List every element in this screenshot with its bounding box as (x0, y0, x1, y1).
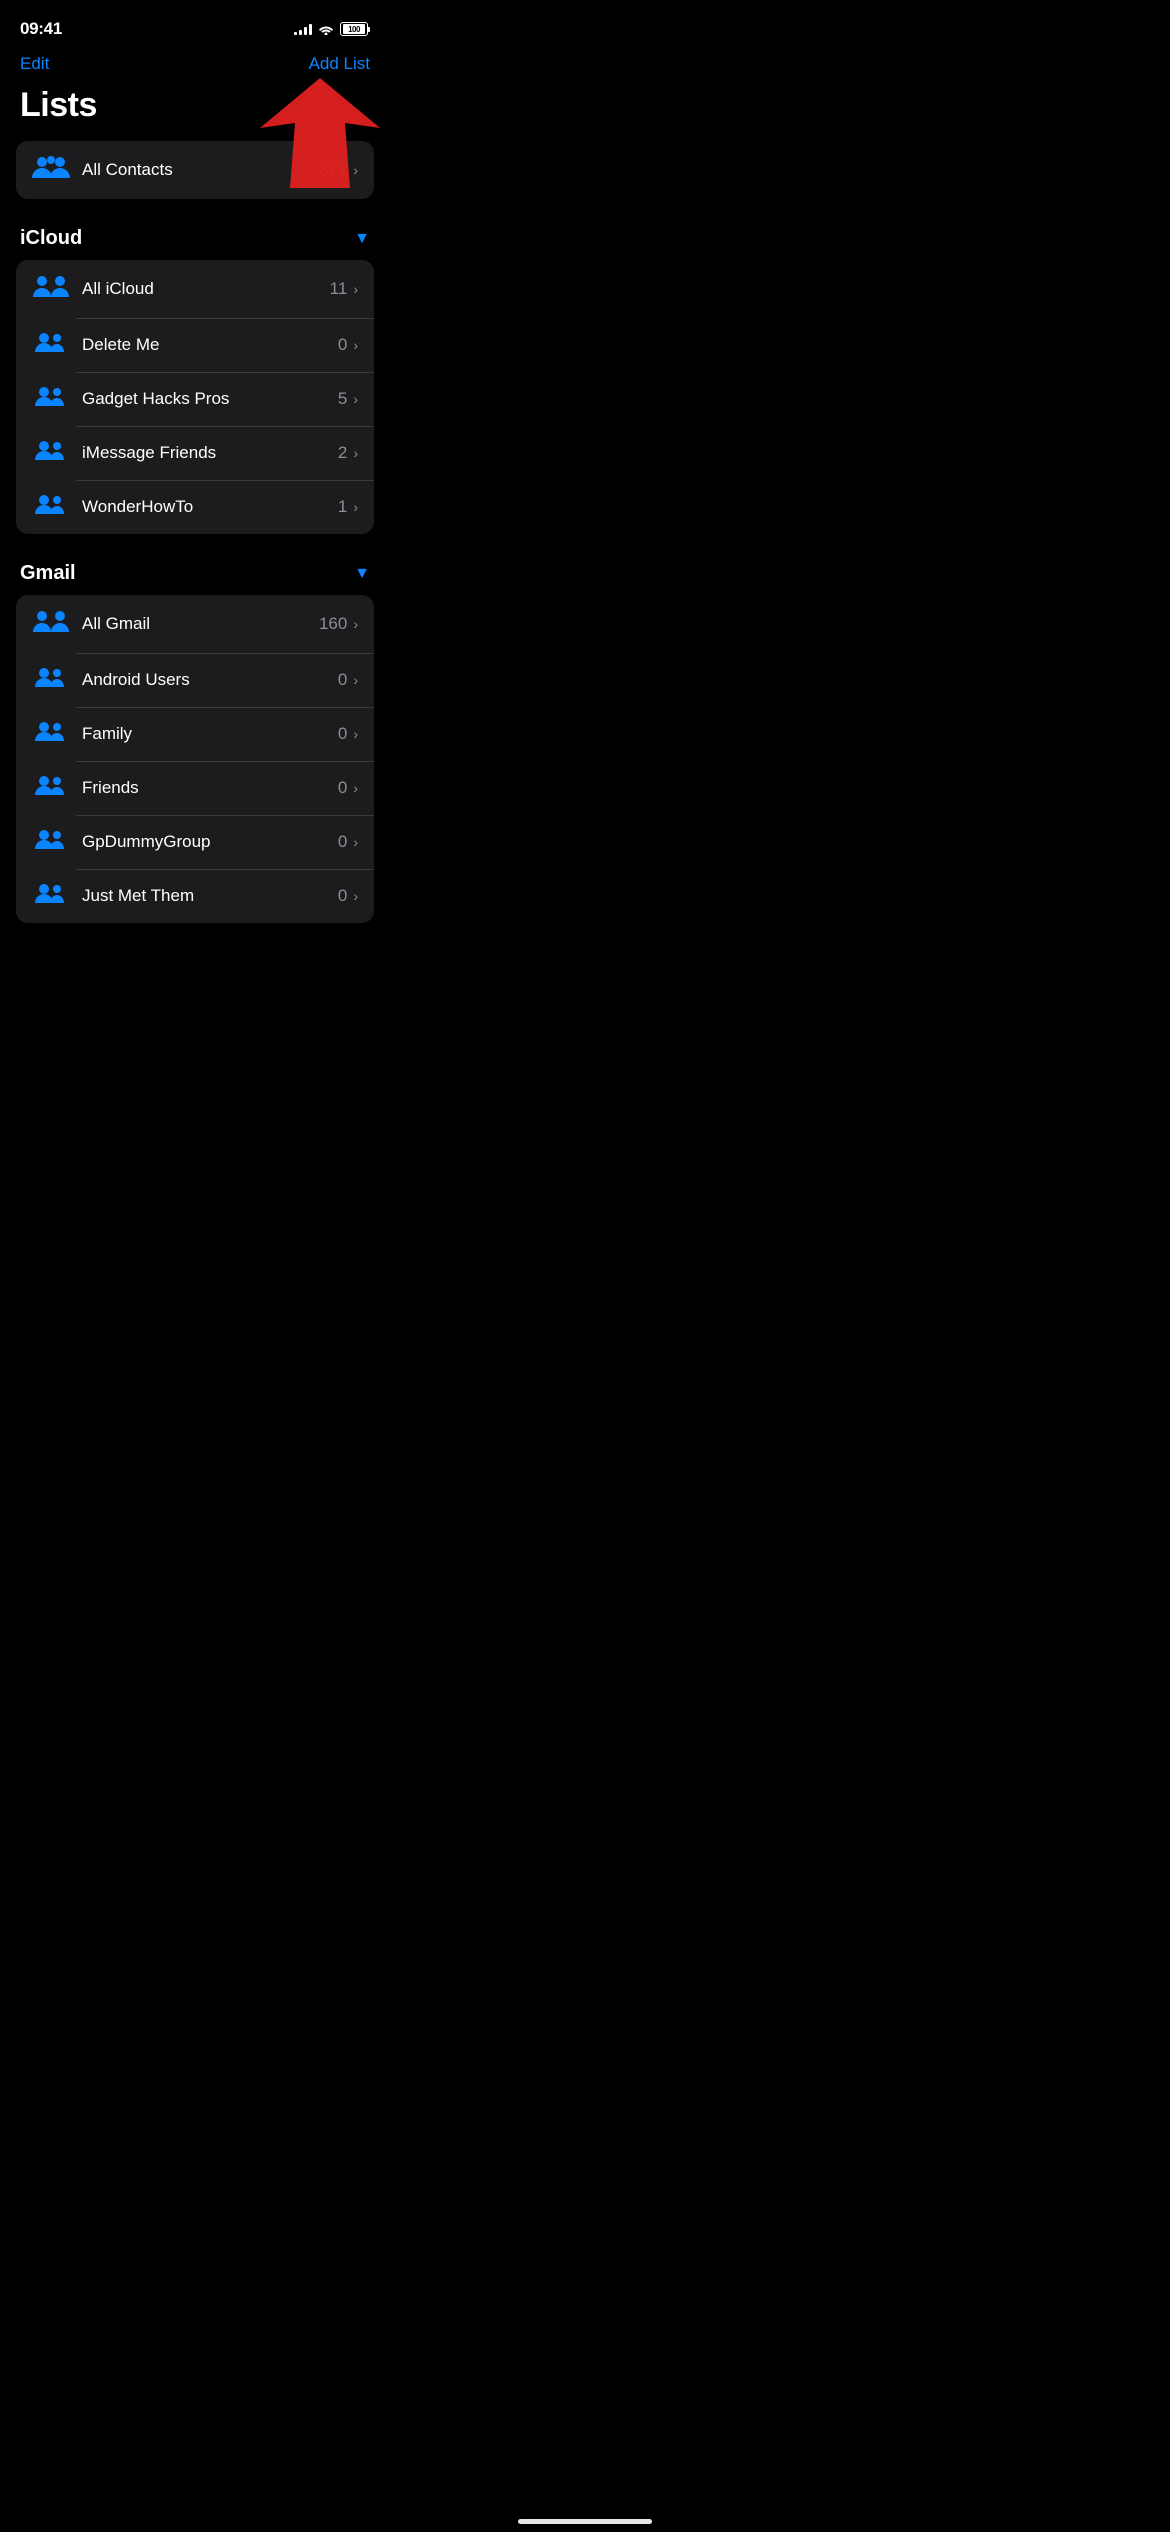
list-item[interactable]: Just Met Them 0 › (16, 869, 374, 923)
item-name: GpDummyGroup (82, 832, 338, 852)
edit-button[interactable]: Edit (20, 54, 49, 74)
item-name: iMessage Friends (82, 443, 338, 463)
item-chevron: › (353, 499, 358, 515)
item-count: 0 (338, 778, 347, 798)
section-header-icloud[interactable]: iCloud ▼ (16, 219, 374, 258)
wifi-icon (318, 23, 334, 35)
group-icon (32, 493, 68, 521)
page-title: Lists (0, 82, 390, 141)
group-icon (32, 666, 68, 694)
list-card-gmail: All Gmail 160 › Android Users 0 › (16, 595, 374, 923)
item-name: WonderHowTo (82, 497, 338, 517)
contacts-group-icon (32, 154, 68, 186)
list-item[interactable]: Gadget Hacks Pros 5 › (16, 372, 374, 426)
group-icon (32, 720, 68, 748)
item-count: 11 (330, 279, 348, 299)
group-icon (32, 608, 68, 640)
list-item[interactable]: WonderHowTo 1 › (16, 480, 374, 534)
item-name: Friends (82, 778, 338, 798)
item-chevron: › (353, 834, 358, 850)
item-name: Gadget Hacks Pros (82, 389, 338, 409)
list-item[interactable]: All Gmail 160 › (16, 595, 374, 653)
status-icons: 100 (294, 22, 370, 36)
item-chevron: › (353, 726, 358, 742)
item-count: 5 (338, 389, 347, 409)
group-icon (32, 828, 68, 856)
all-contacts-name: All Contacts (82, 160, 319, 180)
add-list-button[interactable]: Add List (309, 54, 370, 74)
item-name: All Gmail (82, 614, 319, 634)
group-icon (32, 331, 68, 359)
all-contacts-chevron: › (353, 162, 358, 178)
group-icon (32, 774, 68, 802)
group-icon (32, 439, 68, 467)
list-item[interactable]: iMessage Friends 2 › (16, 426, 374, 480)
list-item[interactable]: Android Users 0 › (16, 653, 374, 707)
status-time: 09:41 (20, 19, 62, 39)
item-name: Just Met Them (82, 886, 338, 906)
item-count: 0 (338, 832, 347, 852)
nav-bar: Edit Add List (0, 50, 390, 82)
item-name: Delete Me (82, 335, 338, 355)
list-item[interactable]: Delete Me 0 › (16, 318, 374, 372)
section-chevron-gmail: ▼ (354, 565, 370, 583)
list-item[interactable]: Family 0 › (16, 707, 374, 761)
all-contacts-section: All Contacts 372 › (0, 141, 390, 199)
item-chevron: › (353, 445, 358, 461)
list-item[interactable]: Friends 0 › (16, 761, 374, 815)
item-name: All iCloud (82, 279, 330, 299)
item-count: 160 (319, 614, 347, 634)
item-chevron: › (353, 337, 358, 353)
item-count: 0 (338, 724, 347, 744)
item-count: 0 (338, 886, 347, 906)
list-card-icloud: All iCloud 11 › Delete Me 0 › (16, 260, 374, 534)
item-chevron: › (353, 391, 358, 407)
group-icon (32, 273, 68, 305)
status-bar: 09:41 100 (0, 0, 390, 50)
all-contacts-item[interactable]: All Contacts 372 › (16, 141, 374, 199)
item-chevron: › (353, 780, 358, 796)
section-chevron-icloud: ▼ (354, 230, 370, 248)
list-item[interactable]: GpDummyGroup 0 › (16, 815, 374, 869)
item-chevron: › (353, 672, 358, 688)
section-header-gmail[interactable]: Gmail ▼ (16, 554, 374, 593)
section-title-gmail: Gmail (20, 562, 76, 585)
section-title-icloud: iCloud (20, 227, 82, 250)
item-chevron: › (353, 888, 358, 904)
item-count: 0 (338, 335, 347, 355)
signal-icon (294, 23, 312, 35)
sections-container: iCloud ▼ All iCloud 11 › (0, 219, 390, 923)
all-contacts-card: All Contacts 372 › (16, 141, 374, 199)
all-contacts-count: 372 (319, 160, 347, 180)
list-item[interactable]: All iCloud 11 › (16, 260, 374, 318)
item-count: 1 (338, 497, 347, 517)
item-name: Android Users (82, 670, 338, 690)
item-count: 2 (338, 443, 347, 463)
item-chevron: › (353, 281, 358, 297)
group-icon (32, 882, 68, 910)
group-icon (32, 385, 68, 413)
item-chevron: › (353, 616, 358, 632)
item-count: 0 (338, 670, 347, 690)
home-indicator (518, 2519, 652, 2524)
battery-icon: 100 (340, 22, 370, 36)
section-icloud: iCloud ▼ All iCloud 11 › (0, 219, 390, 534)
section-gmail: Gmail ▼ All Gmail 160 › (0, 554, 390, 923)
item-name: Family (82, 724, 338, 744)
